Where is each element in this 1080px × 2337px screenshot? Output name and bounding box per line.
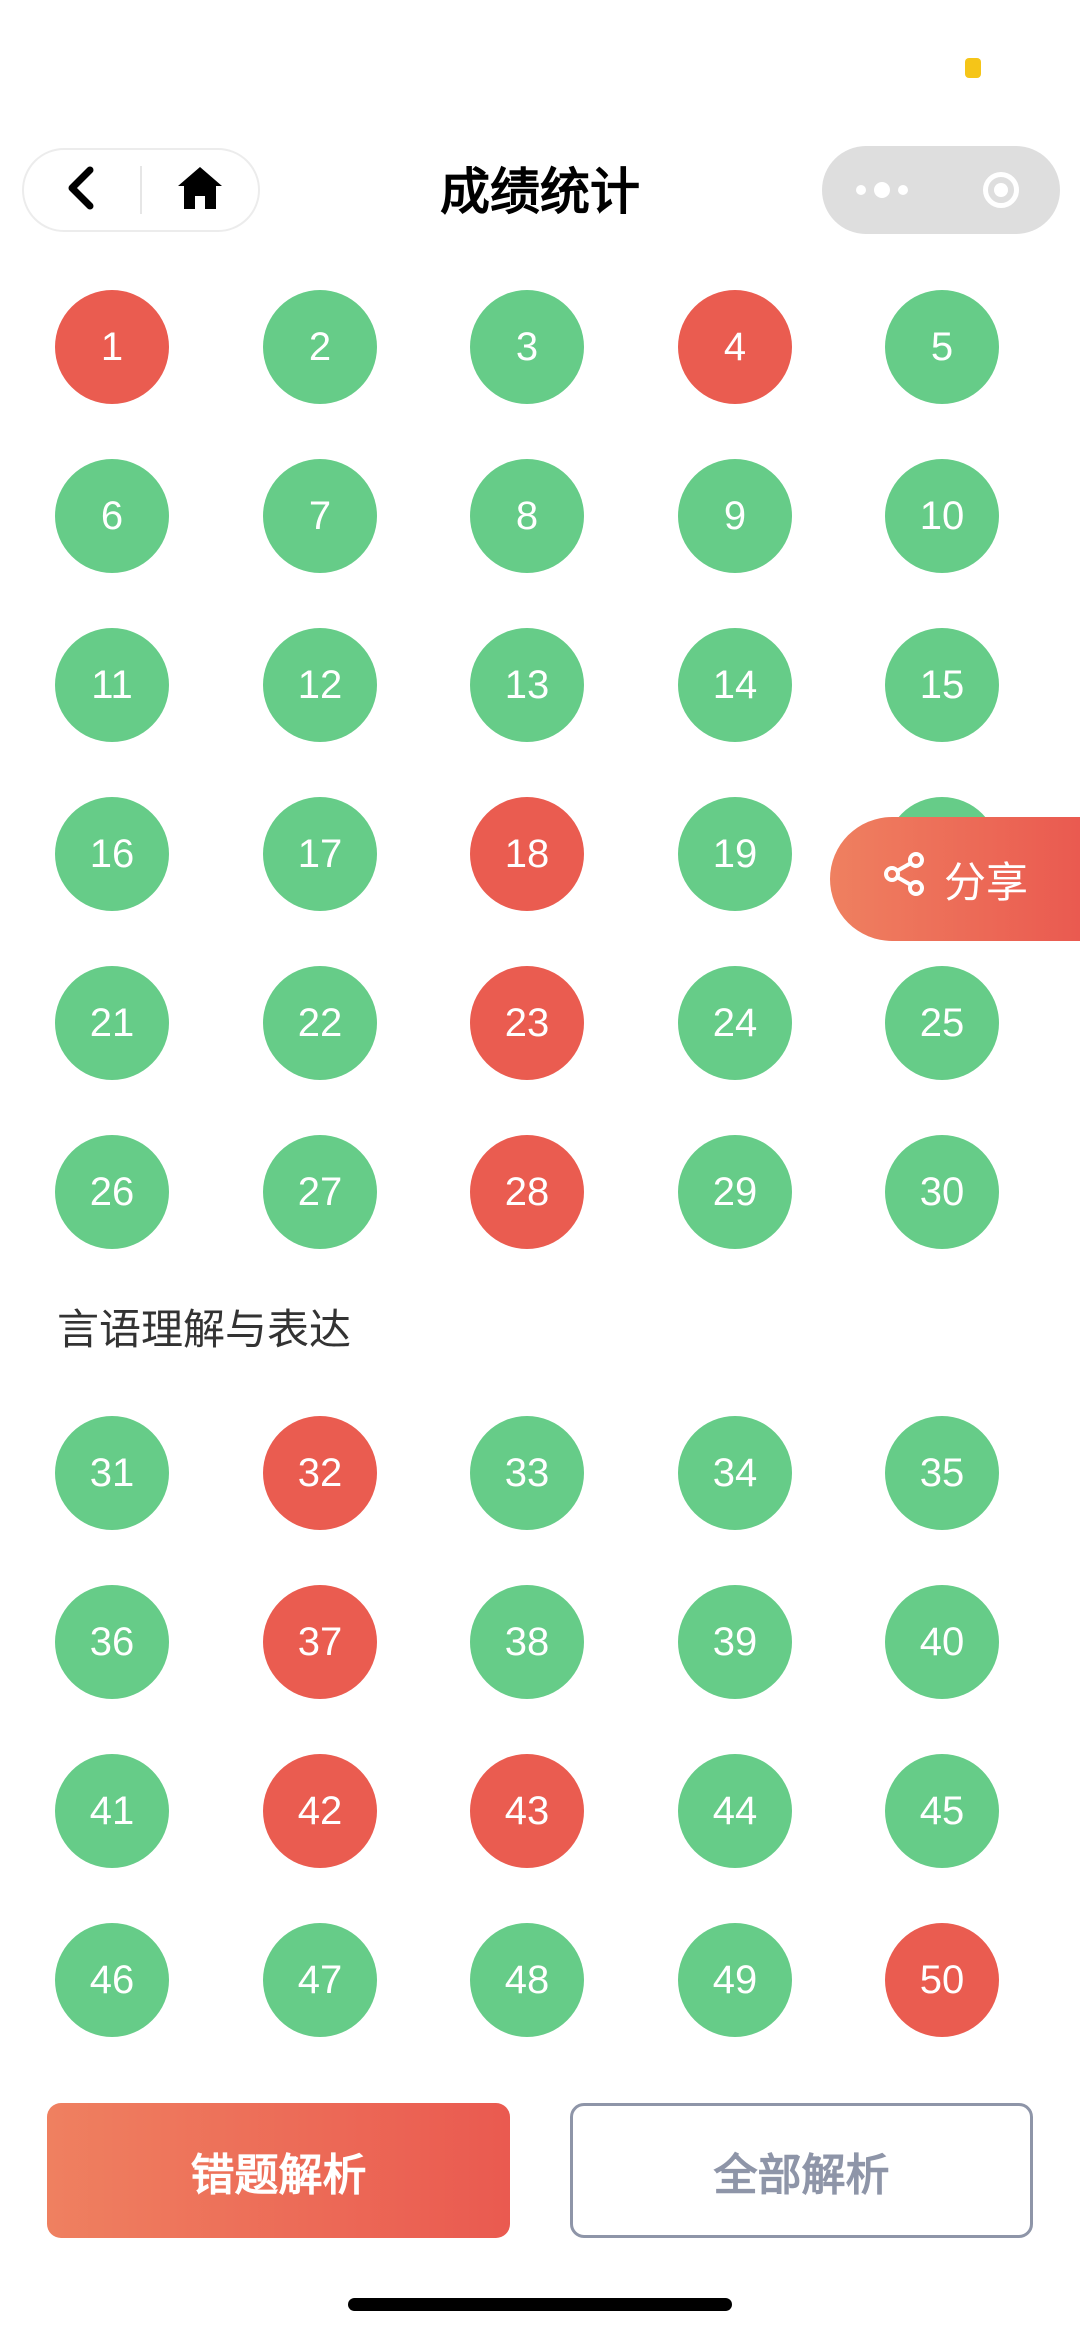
question-number-6[interactable]: 6 (55, 459, 169, 573)
question-number-48[interactable]: 48 (470, 1923, 584, 2037)
question-number-42[interactable]: 42 (263, 1754, 377, 1868)
question-number-22[interactable]: 22 (263, 966, 377, 1080)
question-number-11[interactable]: 11 (55, 628, 169, 742)
question-number-45[interactable]: 45 (885, 1754, 999, 1868)
question-number-5[interactable]: 5 (885, 290, 999, 404)
question-number-50[interactable]: 50 (885, 1923, 999, 2037)
wrong-analysis-button[interactable]: 错题解析 (47, 2103, 510, 2238)
question-number-47[interactable]: 47 (263, 1923, 377, 2037)
more-dots-icon-center (874, 182, 890, 198)
question-number-34[interactable]: 34 (678, 1416, 792, 1530)
all-analysis-button[interactable]: 全部解析 (570, 2103, 1033, 2238)
question-number-3[interactable]: 3 (470, 290, 584, 404)
question-number-25[interactable]: 25 (885, 966, 999, 1080)
question-number-46[interactable]: 46 (55, 1923, 169, 2037)
more-dots-icon (856, 185, 866, 195)
question-number-21[interactable]: 21 (55, 966, 169, 1080)
question-number-41[interactable]: 41 (55, 1754, 169, 1868)
question-number-30[interactable]: 30 (885, 1135, 999, 1249)
share-button[interactable]: 分享 (830, 817, 1080, 941)
question-number-8[interactable]: 8 (470, 459, 584, 573)
question-row: 21 22 23 24 25 (0, 966, 1080, 1135)
question-row: 41 42 43 44 45 (0, 1754, 1080, 1923)
question-grid-section-2: 31 32 33 34 35 36 37 38 39 40 41 42 43 44 45 46 47 48 49 50 (0, 1416, 1080, 2092)
question-row: 46 47 48 49 50 (0, 1923, 1080, 2092)
question-number-38[interactable]: 38 (470, 1585, 584, 1699)
question-number-18[interactable]: 18 (470, 797, 584, 911)
question-number-7[interactable]: 7 (263, 459, 377, 573)
question-number-49[interactable]: 49 (678, 1923, 792, 2037)
target-icon (983, 172, 1019, 208)
miniprogram-capsule (822, 146, 1060, 234)
question-number-29[interactable]: 29 (678, 1135, 792, 1249)
question-number-12[interactable]: 12 (263, 628, 377, 742)
question-number-23[interactable]: 23 (470, 966, 584, 1080)
question-number-27[interactable]: 27 (263, 1135, 377, 1249)
more-button[interactable] (822, 146, 942, 234)
question-number-37[interactable]: 37 (263, 1585, 377, 1699)
question-number-19[interactable]: 19 (678, 797, 792, 911)
more-dots-icon-right (898, 185, 908, 195)
question-number-2[interactable]: 2 (263, 290, 377, 404)
question-number-24[interactable]: 24 (678, 966, 792, 1080)
question-number-14[interactable]: 14 (678, 628, 792, 742)
question-number-15[interactable]: 15 (885, 628, 999, 742)
share-label: 分享 (944, 857, 1029, 907)
question-row: 26 27 28 29 30 (0, 1135, 1080, 1304)
section-title: 言语理解与表达 (57, 1305, 352, 1354)
question-number-4[interactable]: 4 (678, 290, 792, 404)
question-row: 11 12 13 14 15 (0, 628, 1080, 797)
question-row: 36 37 38 39 40 (0, 1585, 1080, 1754)
question-number-13[interactable]: 13 (470, 628, 584, 742)
question-number-9[interactable]: 9 (678, 459, 792, 573)
question-row: 31 32 33 34 35 (0, 1416, 1080, 1585)
question-number-36[interactable]: 36 (55, 1585, 169, 1699)
question-number-1[interactable]: 1 (55, 290, 169, 404)
question-number-10[interactable]: 10 (885, 459, 999, 573)
close-button[interactable] (942, 146, 1060, 234)
question-number-17[interactable]: 17 (263, 797, 377, 911)
question-number-33[interactable]: 33 (470, 1416, 584, 1530)
question-number-44[interactable]: 44 (678, 1754, 792, 1868)
question-number-26[interactable]: 26 (55, 1135, 169, 1249)
status-indicator (965, 58, 981, 78)
home-indicator (348, 2298, 732, 2311)
question-number-39[interactable]: 39 (678, 1585, 792, 1699)
question-number-32[interactable]: 32 (263, 1416, 377, 1530)
question-row: 6 7 8 9 10 (0, 459, 1080, 628)
question-grid-section-1: 1234567891011121314151617181920212223242… (0, 290, 1080, 1304)
share-icon (882, 851, 928, 907)
question-number-35[interactable]: 35 (885, 1416, 999, 1530)
question-row: 12345 (0, 290, 1080, 459)
question-number-28[interactable]: 28 (470, 1135, 584, 1249)
question-number-40[interactable]: 40 (885, 1585, 999, 1699)
question-number-31[interactable]: 31 (55, 1416, 169, 1530)
question-number-16[interactable]: 16 (55, 797, 169, 911)
question-number-43[interactable]: 43 (470, 1754, 584, 1868)
